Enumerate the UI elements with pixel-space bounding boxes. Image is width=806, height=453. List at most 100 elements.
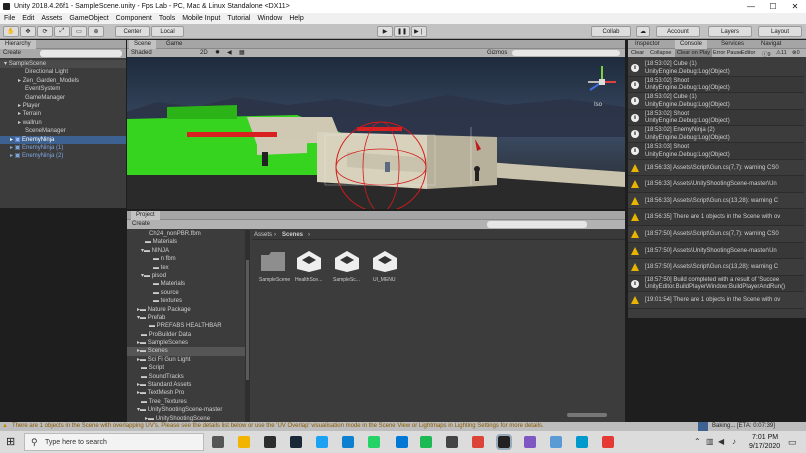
cloud-icon[interactable]: ☁	[636, 26, 650, 37]
folder-item[interactable]: ▬ Tree_Textures	[127, 398, 245, 406]
status-message[interactable]: There are 1 objects in the Scene with ov…	[12, 423, 544, 429]
project-search-input[interactable]	[487, 221, 587, 228]
steam-icon[interactable]	[290, 436, 302, 448]
console-row[interactable]: [18:57:50] Assets\Script\Gun.cs(13,28): …	[628, 259, 804, 276]
folder-item[interactable]: ▬ PREFABS HEALTHBAR	[127, 322, 245, 330]
tab-console[interactable]: Console	[675, 40, 708, 49]
collab-dropdown[interactable]: Collab	[591, 26, 631, 37]
effects-toggle-icon[interactable]: ▦	[239, 49, 245, 56]
app-icon[interactable]	[550, 436, 562, 448]
hierarchy-scene-row[interactable]: ▾ SampleScene	[0, 60, 126, 69]
editor-dropdown[interactable]: Editor	[741, 50, 755, 56]
chrome-icon[interactable]	[472, 436, 484, 448]
hierarchy-item-selected[interactable]: ▸ ▣ EnemyNinja	[0, 135, 126, 144]
project-create-button[interactable]: Create	[132, 221, 150, 227]
file-explorer-icon[interactable]	[238, 436, 250, 448]
console-row[interactable]: [18:57:50] Build completed with a result…	[628, 275, 804, 293]
folder-item[interactable]: ▸▬ UnityShootingScene	[127, 415, 245, 422]
layout-dropdown[interactable]: Layout	[758, 26, 802, 37]
visual-studio-icon[interactable]	[524, 436, 536, 448]
folder-item[interactable]: Ch24_nonPBR.fbm	[127, 230, 245, 238]
console-row[interactable]: [18:53:02] EnemyNinja (2) UnityEngine.Deb…	[628, 126, 804, 143]
asset-tile[interactable]: SampleScene	[259, 249, 290, 289]
console-row[interactable]: [18:56:35] There are 1 objects in the Sc…	[628, 209, 804, 226]
rotate-tool-button[interactable]: ⟳	[37, 26, 53, 37]
console-row[interactable]: [18:53:03] Shoot UnityEngine.Debug:Log(Ob…	[628, 143, 804, 160]
console-row[interactable]: [18:57:50] Assets\Script\Gun.cs(7,7): wa…	[628, 226, 804, 243]
console-row[interactable]: [19:01:54] There are 1 objects in the Sc…	[628, 292, 804, 309]
folder-item[interactable]: ▾▬ Prefab	[127, 314, 245, 322]
volume-icon[interactable]: ◀	[718, 437, 724, 446]
pivot-local-toggle[interactable]: Local	[151, 26, 184, 37]
account-dropdown[interactable]: Account	[656, 26, 700, 37]
warn-count-badge[interactable]: ⚠11	[776, 50, 787, 56]
hierarchy-search-input[interactable]	[40, 50, 122, 57]
tab-navigation[interactable]: Navigat	[756, 40, 786, 49]
menu-tutorial[interactable]: Tutorial	[227, 15, 250, 22]
scene-search-input[interactable]	[512, 50, 620, 56]
app-icon[interactable]	[446, 436, 458, 448]
breadcrumb-scenes[interactable]: Scenes	[282, 232, 303, 238]
asset-tile[interactable]: HealthSce...	[295, 249, 325, 289]
app-icon[interactable]	[576, 436, 588, 448]
folder-item[interactable]: ▬ source	[127, 289, 245, 297]
app-icon[interactable]	[316, 436, 328, 448]
console-log-list[interactable]: [18:53:02] Cube (1) UnityEngine.Debug:Log…	[628, 60, 806, 318]
folder-item[interactable]: ▬ SoundTracks	[127, 373, 245, 381]
clock-date[interactable]: 9/17/2020	[749, 443, 780, 450]
speaker-icon[interactable]: ♪	[732, 437, 736, 446]
hierarchy-item[interactable]: ▸ Terrain	[0, 110, 126, 118]
error-count-badge[interactable]: ⊗0	[792, 50, 800, 56]
spotify-icon[interactable]	[420, 436, 432, 448]
menu-window[interactable]: Window	[257, 15, 282, 22]
folder-item[interactable]: ▬ textures	[127, 297, 245, 305]
console-row[interactable]: [18:56:33] Assets\Script\Gun.cs(7,7): wa…	[628, 160, 804, 177]
icon-size-slider[interactable]	[567, 413, 607, 417]
error-pause-toggle[interactable]: Error Pause	[713, 50, 742, 56]
pause-button[interactable]: ❚❚	[394, 26, 410, 37]
console-row[interactable]: [18:53:02] Shoot UnityEngine.Debug:Log(Ob…	[628, 76, 804, 94]
folder-item[interactable]: ▬ n fbm	[127, 255, 245, 263]
taskbar-search-box[interactable]: ⚲ Type here to search	[24, 433, 204, 451]
hierarchy-create-button[interactable]: Create	[3, 50, 21, 56]
menu-gameobject[interactable]: GameObject	[69, 15, 108, 22]
mail-icon[interactable]	[396, 436, 408, 448]
menu-component[interactable]: Component	[116, 15, 152, 22]
gizmos-dropdown[interactable]: Gizmos	[487, 50, 507, 56]
collapse-button[interactable]: Collapse	[650, 50, 671, 56]
shading-mode-dropdown[interactable]: Shaded	[131, 50, 152, 56]
folder-item[interactable]: ▬ ProBuilder Data	[127, 331, 245, 339]
folder-item-selected[interactable]: ▸▬ Scenes	[127, 347, 245, 356]
tab-scene[interactable]: Scene	[129, 40, 157, 49]
asset-tile[interactable]: UI_MENU	[371, 249, 401, 289]
tray-chevron-icon[interactable]: ⌃	[694, 437, 701, 446]
clear-on-play-toggle[interactable]: Clear on Play	[675, 49, 713, 57]
console-row[interactable]: [18:56:33] Assets\Script\Gun.cs(13,28): …	[628, 193, 804, 210]
edge-icon[interactable]	[342, 436, 354, 448]
lighting-toggle-icon[interactable]: ✹	[215, 49, 220, 56]
app-icon[interactable]	[602, 436, 614, 448]
scene-viewport[interactable]	[127, 57, 625, 209]
windows-start-icon[interactable]: ⊞	[6, 436, 15, 448]
menu-edit[interactable]: Edit	[22, 15, 34, 22]
play-button[interactable]: ▶	[377, 26, 393, 37]
console-row[interactable]: [18:53:02] Shoot UnityEngine.Debug:Log(Ob…	[628, 109, 804, 127]
tab-game[interactable]: Game	[161, 40, 187, 49]
transform-tool-button[interactable]: ⊕	[88, 26, 104, 37]
folder-item[interactable]: ▬ Materials	[127, 238, 245, 246]
scale-tool-button[interactable]: ⤢	[54, 26, 70, 37]
menu-mobile-input[interactable]: Mobile Input	[182, 15, 220, 22]
maximize-button[interactable]: ☐	[762, 0, 784, 13]
info-count-badge[interactable]: ⓘ9	[762, 50, 771, 58]
rect-tool-button[interactable]: ▭	[71, 26, 87, 37]
hierarchy-item[interactable]: ▸ wallrun	[0, 119, 126, 127]
minimize-button[interactable]: —	[740, 0, 762, 13]
hierarchy-item[interactable]: ▸ Player	[0, 102, 126, 110]
folder-item[interactable]: ▸▬ SampleScenes	[127, 339, 245, 347]
task-view-icon[interactable]	[212, 436, 224, 448]
notifications-icon[interactable]: ▭	[788, 437, 797, 448]
console-row[interactable]: [18:57:50] Assets\UnityShootingScene-mas…	[628, 242, 804, 260]
audio-toggle-icon[interactable]: ◀	[227, 49, 232, 56]
folder-item[interactable]: ▾▬ pisod	[127, 272, 245, 280]
move-tool-button[interactable]: ✥	[20, 26, 36, 37]
